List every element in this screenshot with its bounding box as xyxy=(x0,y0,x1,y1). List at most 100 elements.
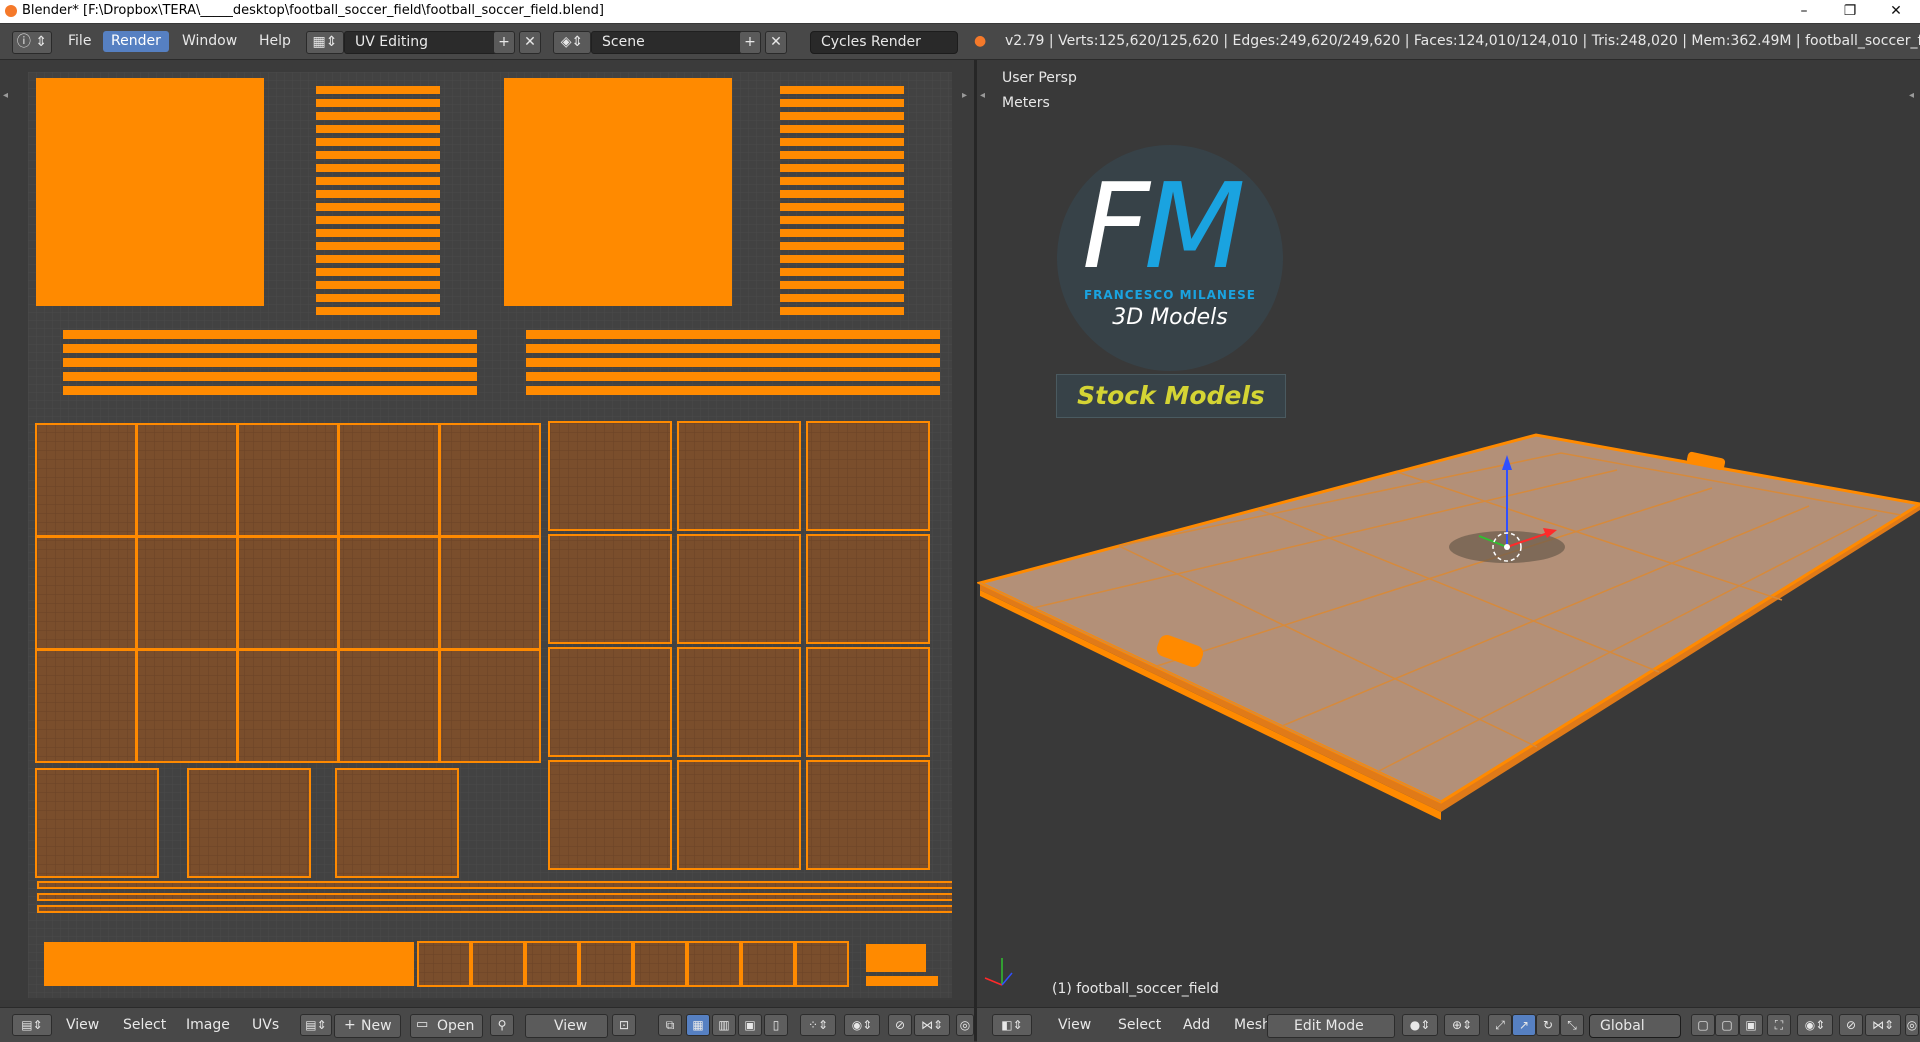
uv-face xyxy=(548,647,672,757)
uv-island-strip xyxy=(780,281,904,289)
uv-face xyxy=(237,536,339,650)
uv-island-strip xyxy=(316,229,440,237)
uv-island-strip xyxy=(316,125,440,133)
menu-render[interactable]: Render xyxy=(103,31,169,52)
add-layout-icon[interactable]: + xyxy=(493,31,515,54)
menu-help[interactable]: Help xyxy=(251,31,299,52)
uv-island-strip xyxy=(316,164,440,172)
uv-layout-canvas[interactable] xyxy=(28,72,952,998)
shading-mode-icon[interactable]: ●⇕ xyxy=(1402,1014,1438,1036)
edge-select-mode-icon[interactable]: ▢ xyxy=(1715,1014,1739,1036)
uv-island-strip xyxy=(780,307,904,315)
occlude-geometry-icon[interactable]: ⛶ xyxy=(1767,1014,1791,1036)
viewport-snap-icon[interactable]: ⊘ xyxy=(1839,1014,1863,1036)
face-select-icon[interactable]: ▣ xyxy=(738,1014,762,1036)
select-menu[interactable]: Select xyxy=(1118,1014,1161,1036)
scene-name-field[interactable]: Scene xyxy=(591,31,743,54)
active-object-label: (1) football_soccer_field xyxy=(1052,981,1219,997)
proportional-edit-icon[interactable]: ◉⇕ xyxy=(844,1014,880,1036)
uv-face-small xyxy=(471,941,525,987)
uv-island-strip xyxy=(780,177,904,185)
viewport-header-overflow-icon[interactable]: ◎ xyxy=(1905,1014,1919,1036)
remove-layout-icon[interactable]: ✕ xyxy=(519,31,541,54)
viewport-snap-target-icon[interactable]: ⋈⇕ xyxy=(1865,1014,1901,1036)
uv-editor-header: ▤⇕ View Select Image UVs ▤⇕ New + Open ▭… xyxy=(0,1007,974,1042)
uv-island-bottom-strip xyxy=(44,942,414,986)
logo-name: FRANCESCO MILANESE xyxy=(1083,288,1257,302)
uv-menu-select[interactable]: Select xyxy=(123,1014,166,1036)
view-menu[interactable]: View xyxy=(1058,1014,1091,1036)
minimize-button[interactable]: – xyxy=(1781,0,1827,23)
close-window-button[interactable]: ✕ xyxy=(1873,0,1919,23)
uv-island-strip xyxy=(780,242,904,250)
uv-face xyxy=(187,768,311,878)
face-select-mode-icon[interactable]: ▣ xyxy=(1739,1014,1763,1036)
axis-indicator xyxy=(984,958,1013,986)
layout-name-field[interactable]: UV Editing xyxy=(344,31,506,54)
uv-island-strip xyxy=(316,242,440,250)
watermark-logo: FM FRANCESCO MILANESE 3D Models xyxy=(1057,145,1283,371)
add-menu[interactable]: Add xyxy=(1183,1014,1210,1036)
transform-orientation-dropdown[interactable]: Global xyxy=(1589,1014,1681,1038)
editor-type-uv-icon[interactable]: ▤⇕ xyxy=(12,1014,52,1036)
uv-island-strip xyxy=(780,112,904,120)
menu-file[interactable]: File xyxy=(60,31,99,52)
uv-face-small xyxy=(579,941,633,987)
uv-face xyxy=(548,534,672,644)
uv-view-mode-dropdown[interactable]: View xyxy=(525,1014,609,1038)
pivot-icon[interactable]: ⊡ xyxy=(612,1014,636,1036)
layout-icon[interactable]: ▦⇕ xyxy=(306,31,344,54)
mesh-menu[interactable]: Mesh xyxy=(1234,1014,1271,1036)
mode-dropdown[interactable]: Edit Mode xyxy=(1267,1014,1395,1038)
uv-menu-uvs[interactable]: UVs xyxy=(252,1014,279,1036)
uv-face xyxy=(237,649,339,763)
add-scene-icon[interactable]: + xyxy=(739,31,761,54)
sticky-select-icon[interactable]: ⁘⇕ xyxy=(800,1014,836,1036)
uv-header-overflow-icon[interactable]: ◎ xyxy=(956,1014,974,1036)
menu-window[interactable]: Window xyxy=(174,31,245,52)
uv-menu-image[interactable]: Image xyxy=(186,1014,230,1036)
uv-island-corner xyxy=(866,944,926,972)
uv-island-strip xyxy=(316,255,440,263)
uv-island-strip xyxy=(316,86,440,94)
info-header: ⓘ ⇕ File Render Window Help ▦⇕ UV Editin… xyxy=(0,24,1920,60)
edge-select-icon[interactable]: ▥ xyxy=(712,1014,736,1036)
uv-island-strip xyxy=(780,138,904,146)
uv-island-strip xyxy=(780,229,904,237)
scale-manipulator-icon[interactable]: ⤡ xyxy=(1560,1014,1584,1036)
uv-face-small xyxy=(741,941,795,987)
island-select-icon[interactable]: ▯ xyxy=(764,1014,788,1036)
vertex-select-mode-icon[interactable]: ▢ xyxy=(1691,1014,1715,1036)
snap-target-icon[interactable]: ⋈⇕ xyxy=(914,1014,950,1036)
vertex-select-icon[interactable]: ▦ xyxy=(686,1014,710,1036)
render-engine-dropdown[interactable]: Cycles Render xyxy=(810,31,958,54)
image-browse-icon[interactable]: ▤⇕ xyxy=(300,1014,332,1036)
uv-face xyxy=(439,536,541,650)
restore-button[interactable]: ❐ xyxy=(1827,0,1873,23)
snap-icon[interactable]: ⊘ xyxy=(888,1014,912,1036)
editor-type-3d-icon[interactable]: ◧⇕ xyxy=(992,1014,1032,1036)
sync-selection-icon[interactable]: ⧉ xyxy=(658,1014,682,1036)
uv-face xyxy=(35,423,137,537)
uv-menu-view[interactable]: View xyxy=(66,1014,99,1036)
pin-icon[interactable]: ⚲ xyxy=(490,1014,514,1036)
manipulator-toggle-icon[interactable]: ⤢ xyxy=(1488,1014,1512,1036)
rotate-manipulator-icon[interactable]: ↻ xyxy=(1536,1014,1560,1036)
uv-face xyxy=(338,423,440,537)
uv-properties-toggle-icon[interactable]: ▸ xyxy=(962,90,967,101)
remove-scene-icon[interactable]: ✕ xyxy=(765,31,787,54)
viewport-proportional-icon[interactable]: ◉⇕ xyxy=(1797,1014,1833,1036)
uv-face xyxy=(677,647,801,757)
uv-toolbar-toggle-icon[interactable]: ◂ xyxy=(3,90,8,101)
scene-icon[interactable]: ◈⇕ xyxy=(553,31,591,54)
uv-island-long-strip xyxy=(526,358,940,367)
pivot-point-icon[interactable]: ⊕⇕ xyxy=(1444,1014,1480,1036)
uv-face xyxy=(677,760,801,870)
editor-type-info-icon[interactable]: ⓘ ⇕ xyxy=(12,31,52,54)
uv-island-long-strip xyxy=(526,330,940,339)
translate-manipulator-icon[interactable]: ↗ xyxy=(1512,1014,1536,1036)
uv-face xyxy=(806,647,930,757)
uv-island-strip xyxy=(780,294,904,302)
uv-island-strip xyxy=(780,203,904,211)
window-title: Blender* [F:\Dropbox\TERA\_____desktop\f… xyxy=(22,3,604,18)
